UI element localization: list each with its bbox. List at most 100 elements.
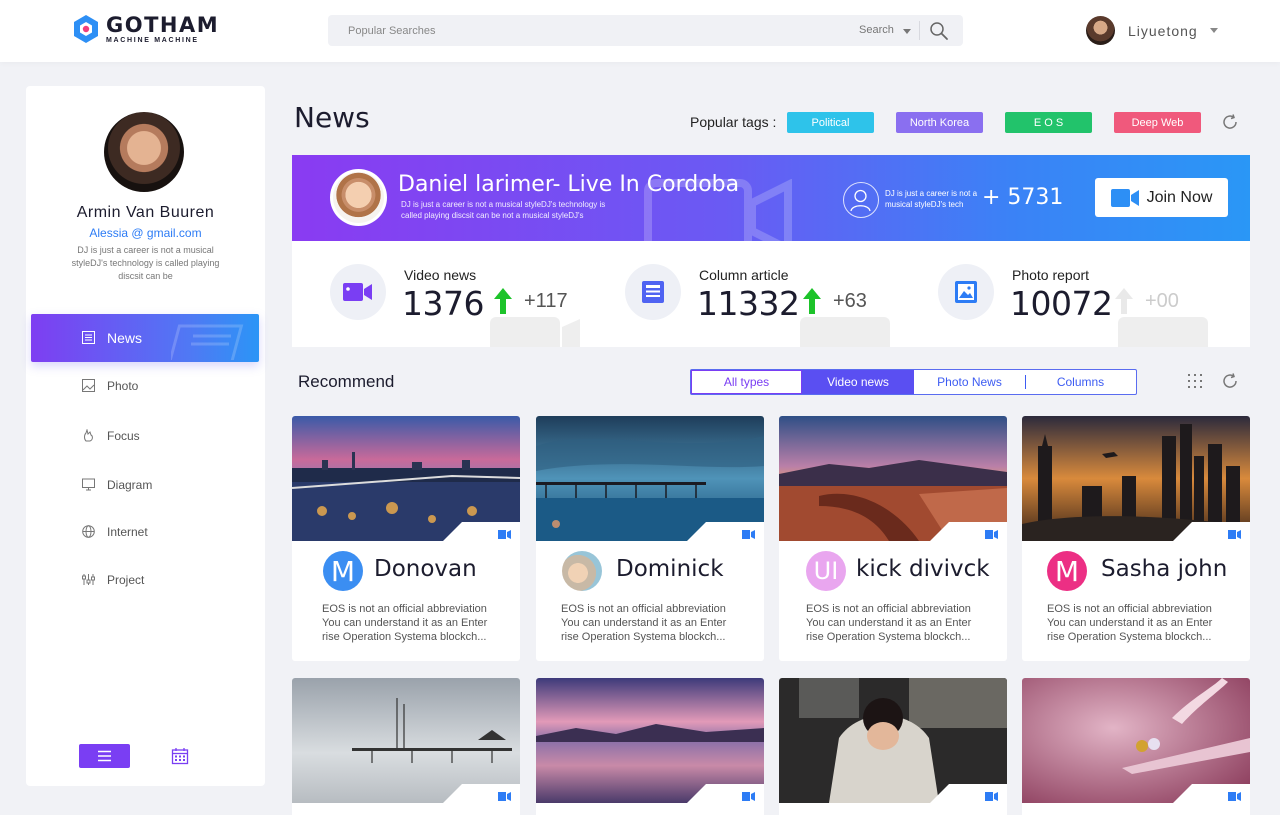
user-name[interactable]: Liyuetong: [1128, 23, 1198, 39]
tab-columns-label: Columns: [1056, 375, 1105, 389]
grid-view-icon[interactable]: [1187, 373, 1203, 389]
content-type-tabs: All types Video news Photo News Columns: [690, 369, 1137, 395]
card-description-line: EOS is not an official abbreviation: [1047, 603, 1212, 615]
sidebar-item-label: Photo: [107, 379, 139, 393]
stat-value: 1376: [402, 284, 484, 323]
divider: [1025, 375, 1026, 389]
viewer-count: + 5731: [982, 185, 1064, 210]
avatar[interactable]: [562, 551, 602, 591]
card-author[interactable]: Dominick: [616, 556, 724, 582]
card-description-line: EOS is not an official abbreviation: [561, 603, 726, 615]
tab-photo-news[interactable]: Photo News: [914, 370, 1025, 394]
tag-eos[interactable]: E O S: [1005, 112, 1092, 133]
image-cut-decoration: [686, 522, 764, 542]
card-description-line: EOS is not an official abbreviation: [806, 603, 971, 615]
stat-column-article[interactable]: Column article 11332 +63: [625, 241, 915, 347]
recommend-title: Recommend: [298, 372, 395, 391]
video-icon: [1228, 792, 1241, 801]
video-camera-icon: [644, 179, 792, 241]
video-icon: [1228, 530, 1241, 539]
news-card[interactable]: M Sasha john EOS is not an official abbr…: [1022, 416, 1250, 661]
stats-panel: Video news 1376 +117 Column article 1133…: [292, 241, 1250, 347]
stat-delta: +117: [524, 290, 568, 312]
search-scope-select[interactable]: Search: [859, 24, 894, 36]
menu-icon: [98, 750, 111, 762]
stat-video-news[interactable]: Video news 1376 +117: [330, 241, 610, 347]
join-now-label: Join Now: [1146, 188, 1213, 206]
search-icon[interactable]: [928, 20, 950, 42]
card-description-line: You can understand it as an Enter: [561, 617, 727, 629]
join-now-button[interactable]: Join Now: [1095, 178, 1228, 217]
avatar[interactable]: M: [1047, 551, 1087, 591]
globe-icon: [82, 525, 95, 538]
news-card[interactable]: [536, 678, 764, 815]
card-description-line: You can understand it as an Enter: [322, 617, 488, 629]
card-description: EOS is not an official abbreviation You …: [322, 602, 502, 644]
profile-email[interactable]: Alessia @ gmail.com: [26, 226, 265, 240]
photo-icon: [1118, 317, 1208, 347]
logo-subtitle: MACHINE MACHINE: [106, 36, 199, 44]
popular-tags-label: Popular tags :: [690, 114, 777, 130]
tab-columns[interactable]: Columns: [1025, 370, 1136, 394]
column-article-icon: [625, 264, 681, 320]
image-cut-decoration: [929, 784, 1007, 804]
tab-all-types[interactable]: All types: [691, 370, 802, 394]
avatar[interactable]: M: [323, 551, 363, 591]
sidebar-item-internet[interactable]: Internet: [31, 508, 259, 556]
menu-button[interactable]: [79, 744, 130, 768]
sidebar-item-diagram[interactable]: Diagram: [31, 461, 259, 509]
stat-delta: +63: [833, 290, 867, 312]
search-input[interactable]: [328, 15, 848, 46]
stat-value: 10072: [1010, 284, 1113, 323]
app-logo[interactable]: GOTHAM MACHINE MACHINE: [71, 14, 219, 44]
avatar[interactable]: [1086, 16, 1115, 45]
project-icon: [82, 574, 95, 585]
video-icon: [498, 792, 511, 801]
news-card[interactable]: M Donovan EOS is not an official abbrevi…: [292, 416, 520, 661]
tab-video-news[interactable]: Video news: [802, 370, 914, 394]
sidebar-item-news[interactable]: News: [31, 314, 259, 362]
stat-value: 11332: [697, 284, 800, 323]
sidebar-item-label: Diagram: [107, 478, 153, 492]
tag-north-korea[interactable]: North Korea: [896, 112, 983, 133]
image-cut-decoration: [1172, 784, 1250, 804]
sidebar-item-photo[interactable]: Photo: [31, 362, 259, 410]
top-bar: GOTHAM MACHINE MACHINE Search Liyuetong: [0, 0, 1280, 62]
refresh-icon[interactable]: [1221, 372, 1239, 390]
user-menu[interactable]: Liyuetong: [1086, 16, 1218, 45]
refresh-icon[interactable]: [1221, 113, 1239, 131]
calendar-icon[interactable]: [171, 747, 189, 765]
stat-label: Photo report: [1012, 267, 1090, 283]
video-icon: [498, 530, 511, 539]
card-author[interactable]: kick divivck: [856, 556, 990, 582]
video-camera-icon: [490, 317, 580, 347]
article-icon: [800, 317, 890, 347]
banner-user-description: DJ is just a career is not a musical sty…: [885, 189, 978, 209]
news-card[interactable]: [779, 678, 1007, 815]
card-description-line: rise Operation Systema blockch...: [1047, 631, 1212, 643]
tag-political[interactable]: Political: [787, 112, 874, 133]
sidebar-item-focus[interactable]: Focus: [31, 412, 259, 460]
card-author[interactable]: Sasha john: [1101, 556, 1227, 582]
chevron-down-icon[interactable]: [903, 29, 911, 34]
profile-description: DJ is just a career is not a musical sty…: [71, 245, 220, 281]
image-cut-decoration: [442, 522, 520, 542]
arrow-up-icon: [803, 288, 821, 314]
sidebar-item-label: Project: [107, 573, 145, 587]
avatar[interactable]: [330, 169, 387, 226]
sidebar-item-label: Internet: [107, 525, 148, 539]
stat-photo-report[interactable]: Photo report 10072 +00: [938, 241, 1228, 347]
chevron-down-icon[interactable]: [1209, 28, 1218, 33]
avatar[interactable]: UI: [806, 551, 846, 591]
video-icon: [985, 792, 998, 801]
sidebar-item-project[interactable]: Project: [31, 556, 259, 604]
tag-deep-web[interactable]: Deep Web: [1114, 112, 1201, 133]
video-icon: [985, 530, 998, 539]
photo-icon: [82, 379, 95, 392]
news-card[interactable]: [1022, 678, 1250, 815]
news-card[interactable]: Dominick EOS is not an official abbrevia…: [536, 416, 764, 661]
profile-avatar[interactable]: [104, 112, 184, 192]
news-card[interactable]: UI kick divivck EOS is not an official a…: [779, 416, 1007, 661]
card-author[interactable]: Donovan: [374, 556, 477, 582]
news-card[interactable]: [292, 678, 520, 815]
